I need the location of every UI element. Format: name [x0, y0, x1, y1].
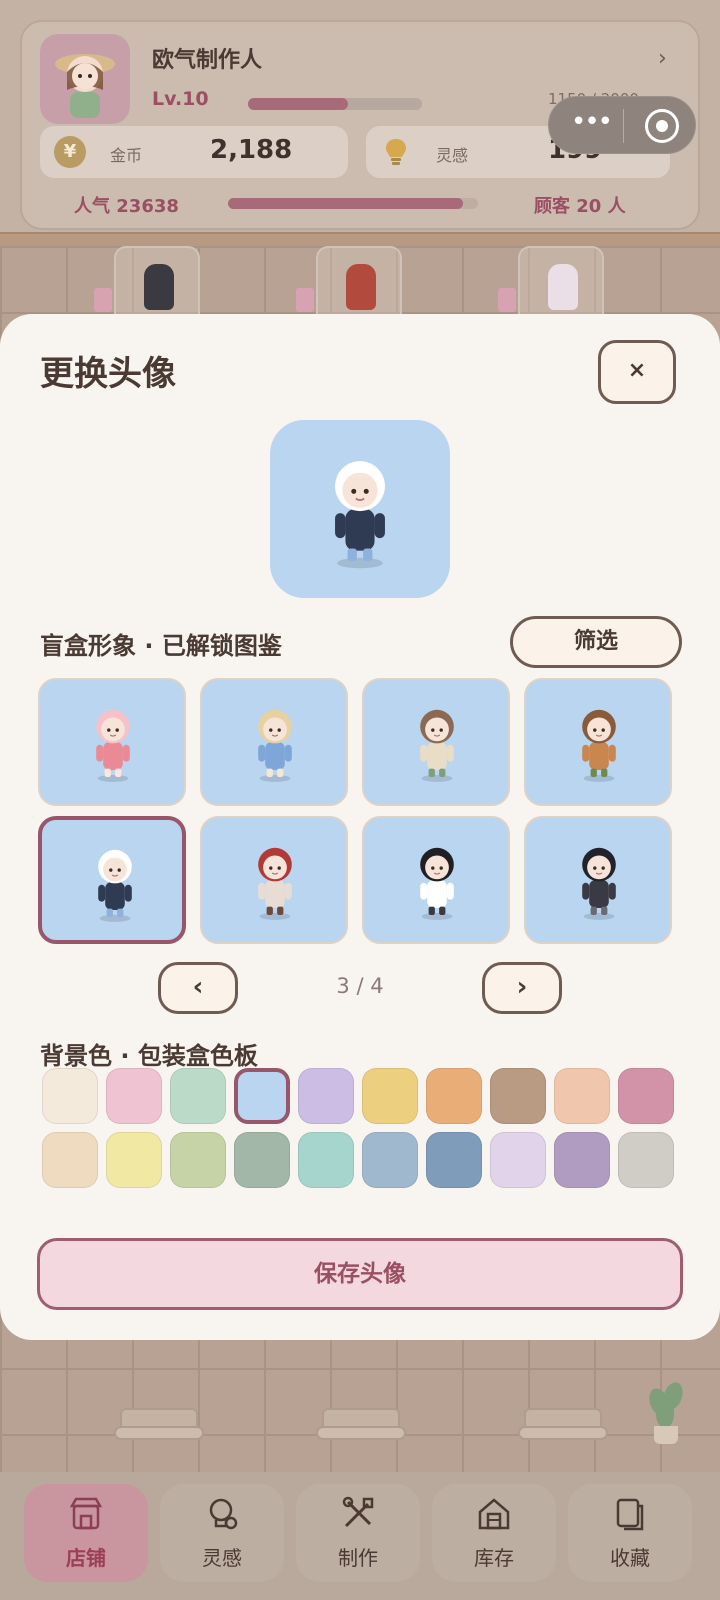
bench — [518, 1408, 608, 1446]
shelf — [0, 232, 720, 246]
save-avatar-button[interactable]: 保存头像 — [37, 1238, 683, 1310]
customers-text: 顾客 20 人 — [534, 196, 626, 217]
coin-icon: ¥ — [54, 136, 86, 168]
color-swatch[interactable] — [362, 1068, 418, 1124]
figure-tile-reading-glasses-girl[interactable] — [362, 678, 510, 806]
figure-thumbnail — [80, 824, 150, 940]
popularity-bar — [228, 198, 478, 209]
color-swatch[interactable] — [426, 1132, 482, 1188]
color-swatch[interactable] — [490, 1068, 546, 1124]
tab-label: 灵感 — [202, 1546, 242, 1570]
price-tag — [296, 288, 314, 312]
jar-figure — [548, 264, 578, 310]
player-avatar[interactable] — [40, 34, 130, 124]
colors-section-title: 背景色 · 包装盒色板 — [40, 1042, 258, 1070]
color-swatch[interactable] — [554, 1132, 610, 1188]
close-button[interactable]: × — [598, 340, 676, 404]
popularity-fill — [228, 198, 463, 209]
jar-figure — [346, 264, 376, 310]
figure-tile-scarf-boy[interactable] — [524, 816, 672, 944]
bench — [316, 1408, 406, 1446]
tab-collection[interactable]: 收藏 — [568, 1484, 692, 1582]
figure-tile-sun-hat-girl[interactable] — [200, 678, 348, 806]
figure-tile-red-hood-girl[interactable] — [200, 816, 348, 944]
coins-label: 金币 — [110, 146, 143, 165]
shop-icon — [68, 1496, 104, 1532]
coins-stat: ¥ 金币 2,188 — [40, 126, 348, 178]
popularity-text: 人气 23638 — [74, 196, 179, 217]
avatar-preview — [270, 420, 450, 598]
color-swatch[interactable] — [234, 1132, 290, 1188]
color-swatch[interactable] — [298, 1132, 354, 1188]
xp-progress-fill — [248, 98, 349, 110]
color-swatch[interactable] — [42, 1132, 98, 1188]
color-swatch[interactable] — [490, 1132, 546, 1188]
tab-inventory[interactable]: 库存 — [432, 1484, 556, 1582]
tools-icon — [340, 1496, 376, 1532]
page-indicator: 3 / 4 — [336, 974, 384, 998]
filter-button[interactable]: 筛选 — [510, 616, 682, 668]
figure-tile-squirrel[interactable] — [524, 678, 672, 806]
color-swatch[interactable] — [298, 1068, 354, 1124]
figure-thumbnail — [402, 684, 472, 804]
modal-title: 更换头像 — [40, 354, 176, 394]
figure-thumbnail — [240, 822, 310, 942]
bottom-tab-bar: 店铺 灵感 制作 库存 收藏 — [0, 1472, 720, 1600]
figure-tile-strawberry-cake-girl[interactable] — [38, 678, 186, 806]
figure-grid — [38, 678, 682, 948]
inspiration-label: 灵感 — [436, 146, 469, 165]
lightbulb-icon — [380, 136, 412, 168]
tab-label: 制作 — [338, 1546, 378, 1570]
collection-icon — [612, 1496, 648, 1532]
miniprogram-capsule[interactable]: ••• — [548, 96, 696, 154]
next-page-button[interactable]: › — [482, 962, 562, 1014]
color-swatch[interactable] — [426, 1068, 482, 1124]
color-swatch[interactable] — [42, 1068, 98, 1124]
color-swatch[interactable] — [106, 1068, 162, 1124]
color-swatch[interactable] — [106, 1132, 162, 1188]
jar-figure — [144, 264, 174, 310]
tab-make[interactable]: 制作 — [296, 1484, 420, 1582]
tab-shop[interactable]: 店铺 — [24, 1484, 148, 1582]
figure-tile-black-hair-boy[interactable] — [362, 816, 510, 944]
bench — [114, 1408, 204, 1446]
color-swatch[interactable] — [618, 1068, 674, 1124]
player-level: Lv.10 — [152, 88, 209, 110]
tab-label: 店铺 — [66, 1546, 106, 1570]
color-swatch[interactable] — [618, 1132, 674, 1188]
target-icon[interactable] — [645, 109, 679, 143]
figure-thumbnail — [78, 684, 148, 804]
capsule-divider — [623, 109, 624, 143]
house-icon — [476, 1496, 512, 1532]
prev-page-button[interactable]: ‹ — [158, 962, 238, 1014]
figure-thumbnail — [402, 822, 472, 942]
player-name: 欧气制作人 — [152, 48, 263, 73]
color-swatch[interactable] — [554, 1068, 610, 1124]
change-avatar-modal: 更换头像 × 盲盒形象 · 已解锁图鉴 筛选 ‹ 3 / 4 › 背景色 · 包… — [0, 314, 720, 1340]
color-swatch[interactable] — [170, 1132, 226, 1188]
preview-figure — [308, 428, 412, 594]
tab-label: 库存 — [474, 1546, 514, 1570]
coins-value: 2,188 — [210, 135, 293, 165]
tab-label: 收藏 — [610, 1546, 650, 1570]
figures-section-title: 盲盒形象 · 已解锁图鉴 — [40, 632, 282, 660]
color-swatch[interactable] — [362, 1132, 418, 1188]
figure-thumbnail — [564, 684, 634, 804]
figure-tile-ski-boy[interactable] — [38, 816, 186, 944]
xp-progress-bar — [248, 98, 422, 110]
chevron-right-icon[interactable]: › — [658, 46, 667, 71]
price-tag — [498, 288, 516, 312]
price-tag — [94, 288, 112, 312]
figure-thumbnail — [240, 684, 310, 804]
figure-thumbnail — [564, 822, 634, 942]
tab-inspiration[interactable]: 灵感 — [160, 1484, 284, 1582]
color-swatch[interactable] — [170, 1068, 226, 1124]
color-swatch[interactable] — [234, 1068, 290, 1124]
bulb-icon — [204, 1496, 240, 1532]
potted-plant — [645, 1379, 686, 1444]
more-icon[interactable]: ••• — [563, 109, 619, 141]
